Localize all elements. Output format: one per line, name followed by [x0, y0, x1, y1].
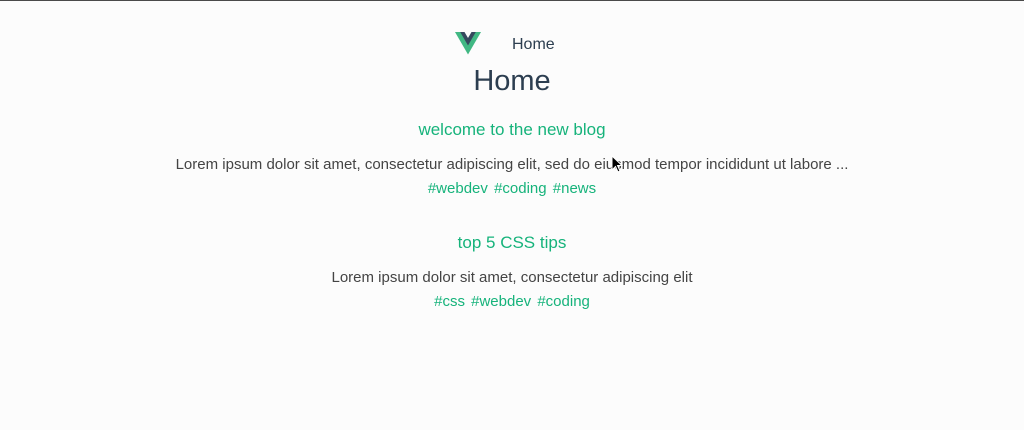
tag-link[interactable]: #news	[553, 180, 596, 197]
post-item: welcome to the new blog Lorem ipsum dolo…	[0, 120, 1024, 197]
post-snippet: Lorem ipsum dolor sit amet, consectetur …	[331, 269, 693, 286]
nav-link-home[interactable]: Home	[512, 36, 555, 54]
post-title-link[interactable]: top 5 CSS tips	[458, 233, 567, 253]
tag-link[interactable]: #coding	[537, 293, 590, 310]
tag-link[interactable]: #webdev	[428, 180, 488, 197]
tag-link[interactable]: #css	[434, 293, 465, 310]
tag-link[interactable]: #webdev	[471, 293, 531, 310]
post-title-link[interactable]: welcome to the new blog	[418, 120, 605, 140]
top-nav: Home	[0, 32, 1024, 58]
page-title: Home	[473, 65, 551, 97]
post-snippet: Lorem ipsum dolor sit amet, consectetur …	[175, 156, 849, 173]
post-tags: #webdev #coding #news	[0, 180, 1024, 197]
post-item: top 5 CSS tips Lorem ipsum dolor sit ame…	[0, 233, 1024, 310]
mouse-cursor-icon	[611, 155, 623, 173]
vue-logo-icon[interactable]	[455, 32, 481, 55]
tag-link[interactable]: #coding	[494, 180, 547, 197]
post-tags: #css #webdev #coding	[0, 293, 1024, 310]
